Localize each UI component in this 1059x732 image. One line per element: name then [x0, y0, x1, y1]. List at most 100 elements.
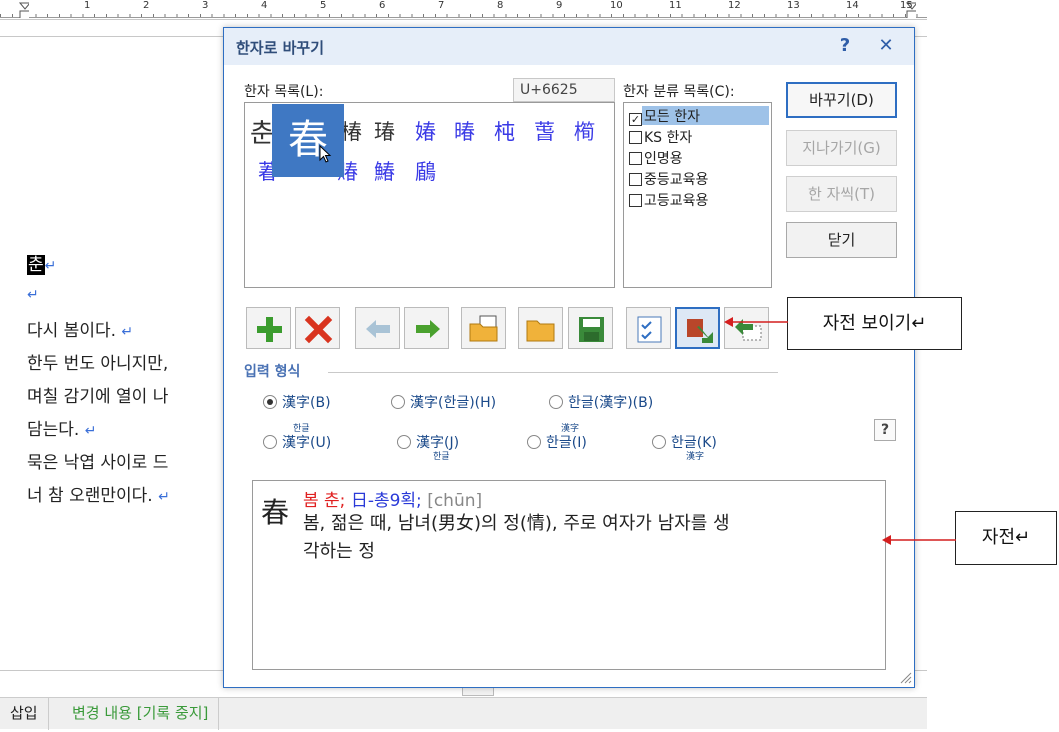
- callout-arrow-icon: [882, 535, 956, 545]
- ruler-number: 9: [556, 0, 563, 11]
- arrow-left-icon[interactable]: [355, 307, 400, 349]
- help-icon[interactable]: ?: [833, 34, 857, 58]
- radio-off-icon[interactable]: [263, 435, 277, 449]
- selected-hanja[interactable]: 春: [272, 104, 344, 177]
- ruler-number: 3: [202, 0, 209, 11]
- radio-ruby-bottom-hangul[interactable]: 漢字(J) 한글: [397, 432, 459, 462]
- radio-hangul-hanja[interactable]: 한글(漢字)(B): [549, 392, 653, 412]
- checkbox-icon[interactable]: [629, 152, 642, 165]
- ruby-text: 漢字: [686, 452, 705, 462]
- ruler-number: 14: [846, 0, 859, 11]
- replace-button[interactable]: 바꾸기(D): [786, 82, 897, 118]
- close-button[interactable]: 닫기: [786, 222, 897, 258]
- return-mark: ↵: [84, 423, 97, 439]
- dictionary-reading: 봄 춘;: [303, 491, 346, 511]
- arrow-right-icon[interactable]: [404, 307, 449, 349]
- ruler-number: 7: [438, 0, 445, 11]
- category-all[interactable]: ✓ 모든 한자: [629, 106, 700, 126]
- radio-hanja-hangul[interactable]: 漢字(한글)(H): [391, 392, 496, 412]
- radio-hanja[interactable]: 漢字(B): [263, 392, 331, 412]
- checkbox-icon[interactable]: [629, 173, 642, 186]
- unicode-field: U+6625: [513, 78, 615, 102]
- save-icon[interactable]: [568, 307, 613, 349]
- hanja-list-label: 한자 목록(L):: [244, 84, 324, 100]
- checkbox-icon[interactable]: [629, 194, 642, 207]
- doc-line[interactable]: 너 참 오랜만이다.: [27, 486, 153, 506]
- category-ks[interactable]: KS 한자: [629, 127, 692, 147]
- hanja-item[interactable]: 鶞: [415, 156, 436, 186]
- category-high-school[interactable]: 고등교육용: [629, 190, 708, 210]
- skip-button[interactable]: 지나가기(G): [786, 130, 897, 166]
- category-name-use[interactable]: 인명용: [629, 148, 683, 168]
- checklist-icon[interactable]: [626, 307, 671, 349]
- dictionary-radical: 日-총9획;: [350, 491, 422, 511]
- selected-text[interactable]: 춘: [27, 255, 45, 275]
- category-label: 고등교육용: [644, 193, 709, 209]
- radio-on-icon[interactable]: [263, 395, 277, 409]
- doc-line[interactable]: 담는다.: [27, 420, 79, 440]
- hanja-item[interactable]: 鰆: [374, 156, 395, 186]
- category-label: 중등교육용: [644, 172, 709, 188]
- dictionary-panel: 春 봄 춘; 日-총9획; [chūn] 봄, 젊은 때, 남녀(男女)의 정(…: [252, 480, 886, 670]
- category-middle-school[interactable]: 중등교육용: [629, 169, 708, 189]
- ruler-number: 5: [320, 0, 327, 11]
- scroll-handle[interactable]: [462, 687, 494, 696]
- doc-line[interactable]: 며칠 감기에 열이 나: [27, 387, 168, 407]
- input-format-title: 입력 형식: [244, 364, 301, 380]
- hanja-item[interactable]: 暙: [454, 116, 475, 146]
- hanja-item[interactable]: 媋: [415, 116, 436, 146]
- close-icon[interactable]: ✕: [874, 34, 898, 58]
- open-folder-icon[interactable]: [518, 307, 563, 349]
- mouse-cursor-icon: [319, 145, 332, 163]
- track-changes-indicator[interactable]: 변경 내용 [기록 중지]: [62, 698, 220, 730]
- format-help-icon[interactable]: ?: [874, 419, 896, 441]
- hanja-item[interactable]: 瑃: [374, 116, 395, 146]
- radio-label: 한글(I): [546, 435, 587, 451]
- hanja-item[interactable]: 萅: [534, 116, 555, 146]
- section-divider: [328, 372, 778, 373]
- ruler-number: 15: [900, 0, 913, 11]
- indent-marker-icon[interactable]: [19, 2, 29, 18]
- radio-label: 한글(漢字)(B): [568, 395, 654, 411]
- doc-line[interactable]: 한두 번도 아니지만,: [27, 354, 168, 374]
- ruler-number: 2: [143, 0, 150, 11]
- callout-dictionary: 자전↵: [955, 511, 1057, 565]
- hanja-item[interactable]: 杶: [494, 116, 515, 146]
- hanja-item[interactable]: 椿: [341, 116, 362, 146]
- radio-off-icon[interactable]: [652, 435, 666, 449]
- radio-ruby-top-hangul[interactable]: 漢字(U) 한글: [263, 424, 332, 452]
- doc-line[interactable]: 묵은 낙엽 사이로 드: [27, 453, 168, 473]
- radio-off-icon[interactable]: [549, 395, 563, 409]
- category-label: 인명용: [644, 151, 683, 167]
- dictionary-view-icon[interactable]: [675, 307, 720, 349]
- open-text-folder-icon[interactable]: [461, 307, 506, 349]
- hanja-item[interactable]: 橁: [574, 116, 595, 146]
- radio-off-icon[interactable]: [527, 435, 541, 449]
- radio-off-icon[interactable]: [397, 435, 411, 449]
- radio-ruby-top-hanja[interactable]: 한글(I) 漢字: [527, 424, 587, 452]
- checkbox-checked-icon[interactable]: ✓: [629, 113, 642, 126]
- category-list-label: 한자 분류 목록(C):: [623, 84, 735, 100]
- ruler[interactable]: 1 2 3 4 5 6 7 8 9 10 11 12 13 14 15: [0, 0, 927, 20]
- checkbox-icon[interactable]: [629, 131, 642, 144]
- delete-icon[interactable]: [295, 307, 340, 349]
- radio-label: 漢字(U): [282, 435, 332, 451]
- one-by-one-button[interactable]: 한 자씩(T): [786, 176, 897, 212]
- category-list[interactable]: ✓ 모든 한자 KS 한자 인명용 중등교육용 고등교육용: [623, 102, 772, 288]
- radio-label: 漢字(B): [282, 395, 331, 411]
- dialog-titlebar[interactable]: 한자로 바꾸기 ? ✕: [224, 28, 914, 65]
- return-mark: ↵: [158, 489, 170, 505]
- hanja-convert-dialog: 한자로 바꾸기 ? ✕ 한자 목록(L): U+6625 한자 분류 목록(C)…: [223, 27, 915, 688]
- dialog-title: 한자로 바꾸기: [236, 39, 325, 57]
- dictionary-meaning-2: 각하는 정: [303, 541, 375, 562]
- doc-line[interactable]: 다시 봄이다.: [27, 321, 116, 341]
- ruler-number: 13: [787, 0, 800, 11]
- ruler-number: 4: [261, 0, 268, 11]
- radio-ruby-bottom-hanja[interactable]: 한글(K) 漢字: [652, 432, 717, 462]
- hanja-item[interactable]: 춘: [250, 113, 274, 150]
- radio-off-icon[interactable]: [391, 395, 405, 409]
- category-label: KS 한자: [644, 130, 693, 146]
- resize-grip-icon[interactable]: [898, 670, 912, 684]
- add-icon[interactable]: [246, 307, 291, 349]
- insert-mode-indicator[interactable]: 삽입: [0, 698, 49, 730]
